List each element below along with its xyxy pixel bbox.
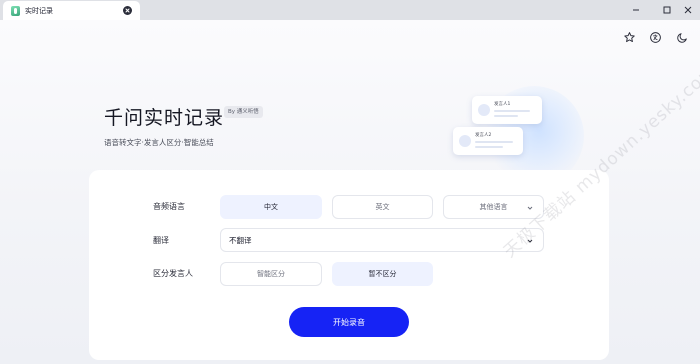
card-line bbox=[475, 146, 503, 148]
user-icon bbox=[459, 135, 471, 147]
window-close-icon[interactable] bbox=[681, 3, 695, 17]
translate-label: 翻译 bbox=[153, 236, 169, 245]
card-line bbox=[494, 115, 518, 117]
page-subtitle: 语音转文字·发言人区分·智能总结 bbox=[104, 138, 214, 147]
start-recording-button[interactable]: 开始录音 bbox=[289, 307, 409, 337]
language-option-english[interactable]: 英文 bbox=[332, 195, 433, 219]
language-option-other-label: 其他语言 bbox=[479, 203, 508, 211]
title-bar: 实时记录 bbox=[0, 0, 700, 20]
maximize-icon[interactable] bbox=[660, 3, 674, 17]
speaker-card-top-name: 发言人1 bbox=[494, 102, 511, 107]
minimize-icon[interactable] bbox=[629, 3, 643, 17]
language-label: 音频语言 bbox=[153, 202, 185, 211]
close-icon[interactable] bbox=[123, 6, 132, 15]
by-badge: By 通义听悟 bbox=[224, 106, 263, 118]
translate-icon[interactable] bbox=[647, 29, 663, 45]
speaker-card-bottom-name: 发言人2 bbox=[475, 133, 492, 138]
translate-select-value: 不翻译 bbox=[229, 235, 252, 245]
tab-realtime-record[interactable]: 实时记录 bbox=[3, 1, 140, 20]
star-icon[interactable] bbox=[621, 29, 637, 45]
page-title: 千问实时记录 bbox=[104, 107, 225, 129]
tab-title: 实时记录 bbox=[25, 6, 53, 15]
speaker-card-bottom: 发言人2 bbox=[453, 127, 523, 155]
speaker-card-top: 发言人1 bbox=[472, 96, 542, 124]
user-icon bbox=[478, 104, 490, 116]
language-option-chinese[interactable]: 中文 bbox=[220, 195, 322, 219]
app-logo-icon bbox=[11, 5, 20, 16]
translate-select[interactable]: 不翻译 bbox=[220, 228, 544, 252]
card-line bbox=[475, 141, 513, 143]
speaker-label: 区分发言人 bbox=[153, 269, 193, 278]
speaker-option-none[interactable]: 暂不区分 bbox=[332, 262, 433, 286]
moon-icon[interactable] bbox=[674, 29, 690, 45]
speaker-option-smart[interactable]: 智能区分 bbox=[220, 262, 322, 286]
card-line bbox=[494, 110, 530, 112]
